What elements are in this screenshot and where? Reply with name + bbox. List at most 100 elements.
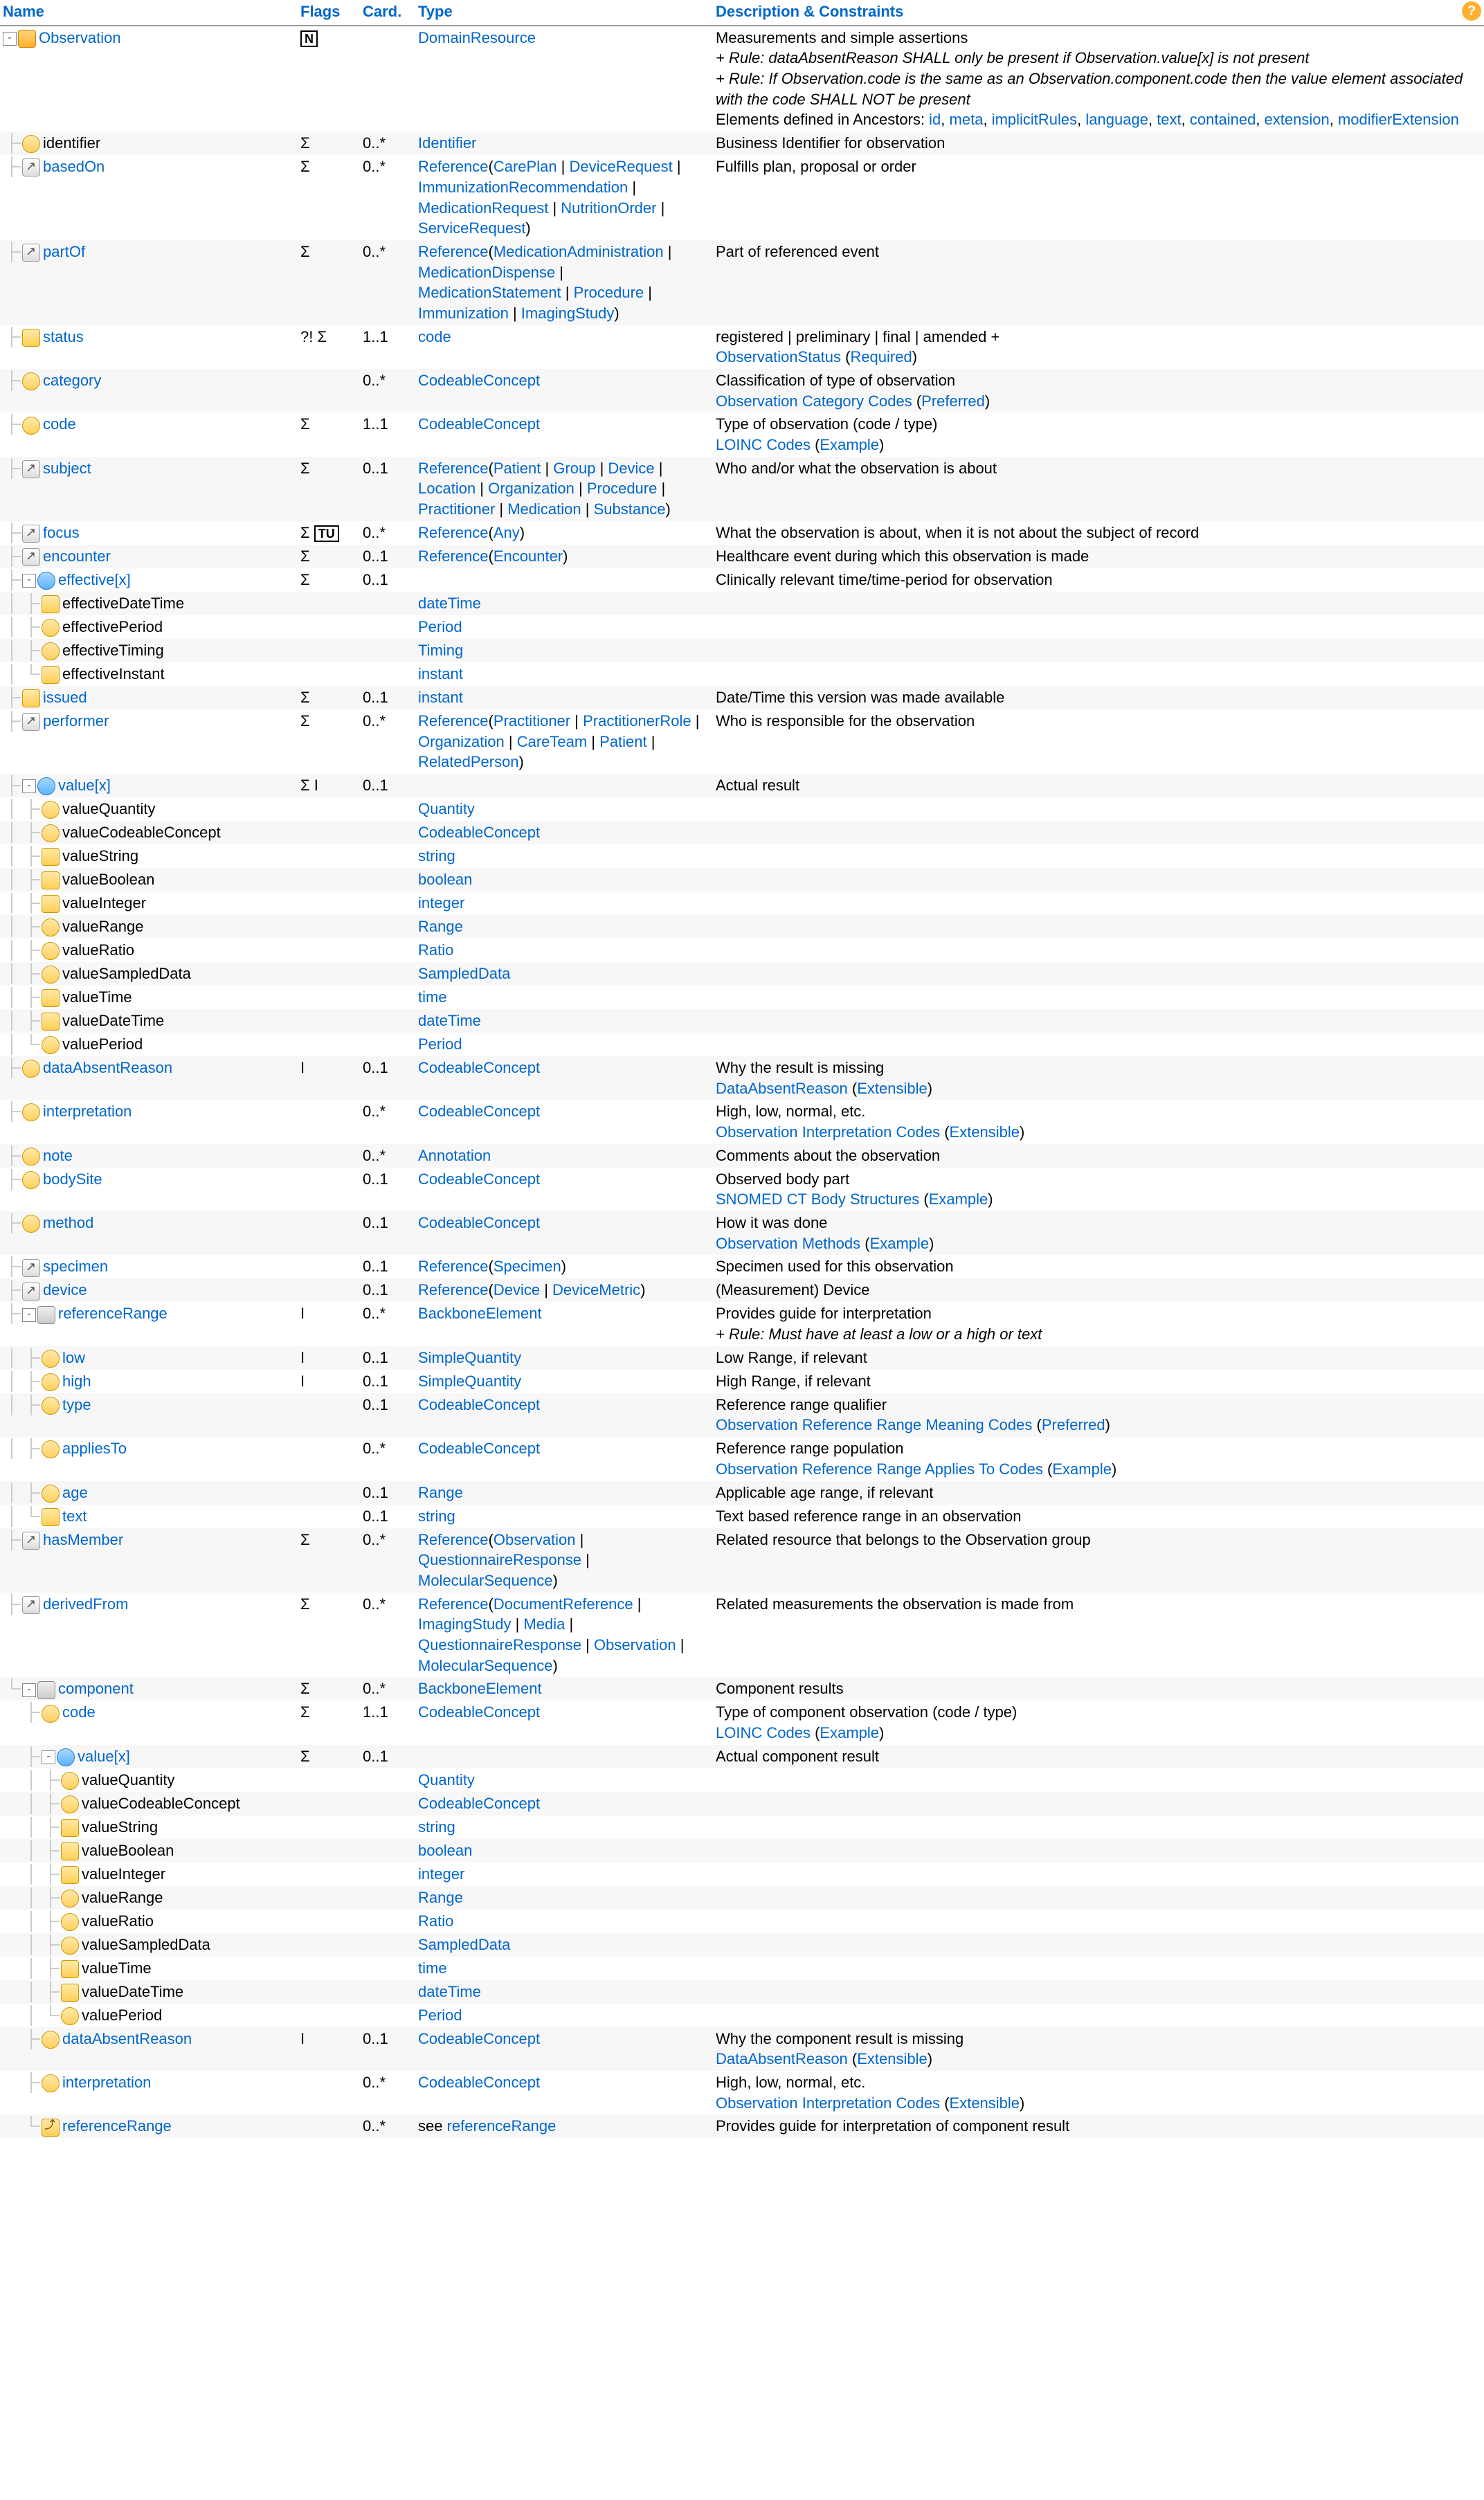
header-desc[interactable]: Description & Constraints (716, 3, 903, 20)
type-link[interactable]: CodeableConcept (418, 415, 540, 433)
type-link[interactable]: Period (418, 618, 462, 635)
element-name[interactable]: low (62, 1349, 85, 1366)
binding-strength-link[interactable]: Example (929, 1190, 988, 1208)
type-link[interactable]: Range (418, 918, 463, 935)
type-link[interactable]: instant (418, 689, 463, 706)
type-link[interactable]: Ratio (418, 941, 453, 959)
type-link[interactable]: DeviceRequest (570, 158, 673, 175)
ancestor-link[interactable]: meta (950, 111, 984, 128)
type-link[interactable]: Reference (418, 547, 489, 565)
element-name[interactable]: category (43, 372, 101, 389)
type-link[interactable]: BackboneElement (418, 1305, 542, 1322)
type-link[interactable]: Observation (594, 1636, 676, 1654)
ancestor-link[interactable]: text (1157, 111, 1181, 128)
type-link[interactable]: Practitioner (418, 500, 495, 518)
tree-toggle[interactable]: - (22, 779, 36, 793)
type-link[interactable]: Reference (418, 524, 489, 541)
type-link[interactable]: MedicationAdministration (494, 243, 664, 260)
type-link[interactable]: CodeableConcept (418, 824, 540, 841)
type-link[interactable]: boolean (418, 1842, 472, 1859)
type-link[interactable]: Range (418, 1484, 463, 1501)
ancestor-link[interactable]: id (929, 111, 941, 128)
type-link[interactable]: Media (523, 1615, 565, 1633)
binding-strength-link[interactable]: Example (820, 1724, 879, 1741)
type-link[interactable]: integer (418, 894, 464, 912)
element-name[interactable]: dataAbsentReason (43, 1059, 172, 1076)
ancestor-link[interactable]: implicitRules (992, 111, 1077, 128)
binding-link[interactable]: DataAbsentReason (716, 1080, 848, 1097)
type-link[interactable]: dateTime (418, 1012, 481, 1029)
binding-strength-link[interactable]: Extensible (950, 1123, 1020, 1141)
element-name[interactable]: high (62, 1373, 91, 1390)
binding-link[interactable]: LOINC Codes (716, 436, 811, 453)
type-link[interactable]: RelatedPerson (418, 753, 519, 770)
type-link[interactable]: Reference (418, 460, 489, 477)
type-link[interactable]: NutritionOrder (561, 199, 656, 217)
binding-strength-link[interactable]: Extensible (857, 2050, 928, 2067)
type-link[interactable]: ServiceRequest (418, 219, 525, 237)
type-link[interactable]: CodeableConcept (418, 1103, 540, 1120)
type-link[interactable]: Practitioner (494, 712, 570, 730)
type-link[interactable]: Device (494, 1281, 540, 1298)
element-name[interactable]: bodySite (43, 1170, 102, 1188)
element-name[interactable]: interpretation (43, 1103, 132, 1120)
binding-link[interactable]: Observation Reference Range Meaning Code… (716, 1416, 1032, 1433)
type-link[interactable]: Reference (418, 1258, 489, 1275)
type-link[interactable]: Immunization (418, 305, 509, 322)
type-link[interactable]: BackboneElement (418, 1680, 542, 1697)
type-link[interactable]: CareTeam (517, 733, 587, 750)
type-link[interactable]: CodeableConcept (418, 372, 540, 389)
type-link[interactable]: MedicationRequest (418, 199, 548, 217)
type-link[interactable]: Ratio (418, 1912, 453, 1930)
type-link[interactable]: SampledData (418, 965, 510, 982)
element-name[interactable]: referenceRange (62, 2117, 172, 2135)
tree-toggle[interactable]: - (22, 574, 36, 588)
type-link[interactable]: MolecularSequence (418, 1572, 552, 1589)
binding-link[interactable]: Observation Reference Range Applies To C… (716, 1460, 1043, 1478)
type-link[interactable]: Period (418, 2007, 462, 2024)
type-link[interactable]: Location (418, 480, 476, 497)
header-name[interactable]: Name (3, 3, 44, 20)
type-link[interactable]: Device (608, 460, 654, 477)
type-link[interactable]: PractitionerRole (583, 712, 691, 730)
element-name[interactable]: value[x] (78, 1748, 130, 1765)
type-link[interactable]: Any (494, 524, 520, 541)
type-link[interactable]: CodeableConcept (418, 1214, 540, 1231)
binding-link[interactable]: Observation Methods (716, 1235, 860, 1252)
element-name[interactable]: issued (43, 689, 87, 706)
element-name[interactable]: referenceRange (58, 1305, 168, 1322)
ancestor-link[interactable]: extension (1265, 111, 1330, 128)
binding-strength-link[interactable]: Example (820, 436, 879, 453)
type-link[interactable]: SampledData (418, 1936, 510, 1953)
ancestor-link[interactable]: language (1085, 111, 1148, 128)
help-icon[interactable]: ? (1462, 1, 1481, 21)
binding-link[interactable]: DataAbsentReason (716, 2050, 848, 2067)
header-type[interactable]: Type (418, 3, 453, 20)
type-link[interactable]: Organization (488, 480, 574, 497)
binding-strength-link[interactable]: Extensible (950, 2094, 1020, 2112)
header-card[interactable]: Card. (363, 3, 401, 20)
type-link[interactable]: Procedure (574, 284, 644, 301)
type-link[interactable]: DomainResource (418, 29, 536, 46)
type-link[interactable]: time (418, 1959, 447, 1977)
binding-strength-link[interactable]: Required (850, 348, 912, 365)
binding-link[interactable]: LOINC Codes (716, 1724, 811, 1741)
element-name[interactable]: age (62, 1484, 88, 1501)
type-link[interactable]: code (418, 328, 451, 345)
binding-strength-link[interactable]: Extensible (857, 1080, 928, 1097)
binding-link[interactable]: Observation Interpretation Codes (716, 2094, 940, 2112)
binding-link[interactable]: SNOMED CT Body Structures (716, 1190, 919, 1208)
element-name[interactable]: note (43, 1147, 73, 1164)
type-link[interactable]: instant (418, 665, 463, 682)
element-name[interactable]: Observation (39, 29, 121, 46)
type-link[interactable]: MedicationStatement (418, 284, 561, 301)
element-name[interactable]: code (62, 1703, 96, 1721)
type-link[interactable]: Reference (418, 1281, 489, 1298)
element-name[interactable]: hasMember (43, 1531, 123, 1548)
type-link[interactable]: MedicationDispense (418, 264, 555, 281)
element-name[interactable]: partOf (43, 243, 85, 260)
binding-link[interactable]: Observation Category Codes (716, 392, 912, 410)
header-flags[interactable]: Flags (300, 3, 340, 20)
type-link[interactable]: CodeableConcept (418, 2074, 540, 2091)
type-link[interactable]: referenceRange (447, 2117, 556, 2135)
